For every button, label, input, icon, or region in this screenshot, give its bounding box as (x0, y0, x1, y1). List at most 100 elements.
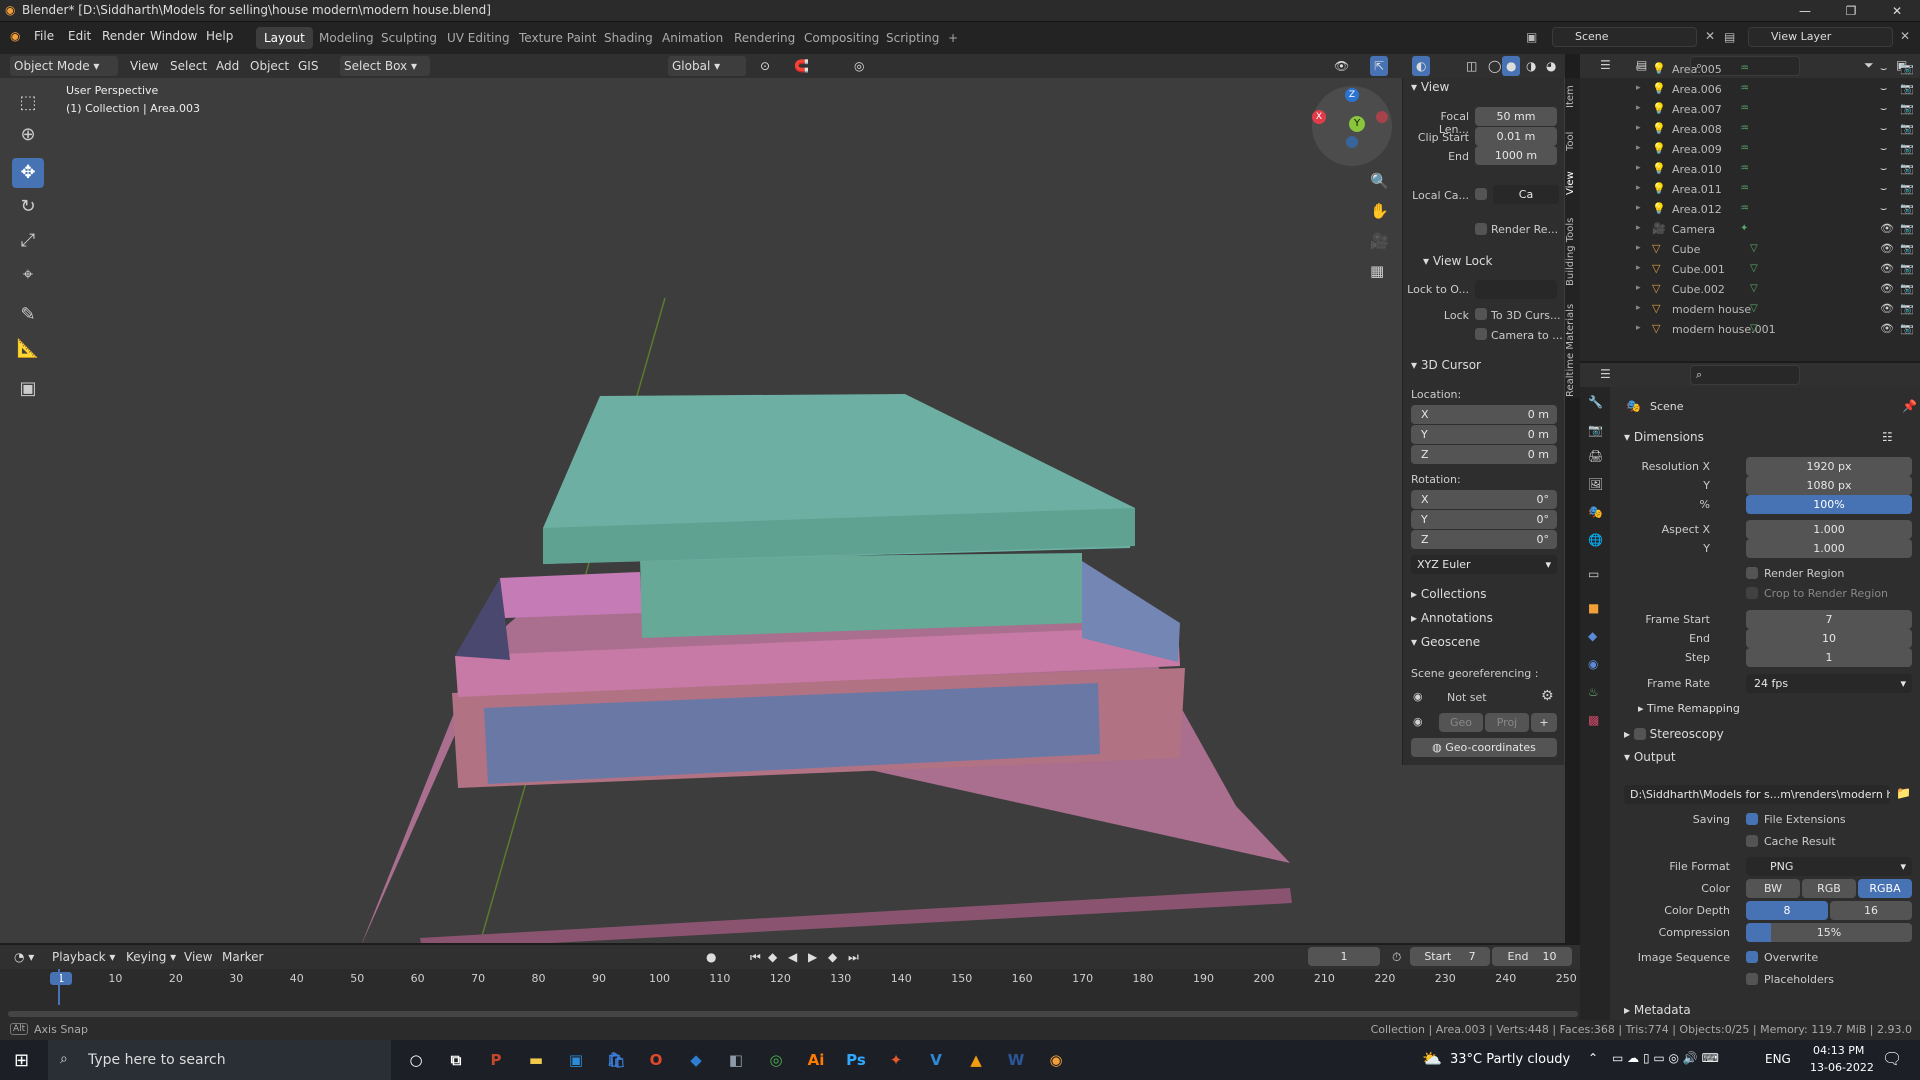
tab-sculpting[interactable]: Sculpting (373, 27, 445, 49)
expand-arrow-icon[interactable]: ▸ (1636, 243, 1641, 253)
cache-result-checkbox[interactable] (1746, 835, 1758, 847)
weather-icon[interactable]: ⛅ (1422, 1049, 1442, 1068)
weather-text[interactable]: 33°C Partly cloudy (1450, 1052, 1570, 1067)
outliner-row[interactable]: ▸ ▽ modern house ▽ 👁 📷 (1580, 300, 1920, 320)
clip-start-field[interactable]: 0.01 m (1475, 127, 1557, 146)
notification-icon[interactable]: 🗨 (1882, 1049, 1902, 1068)
menu-marker[interactable]: Marker (218, 947, 267, 967)
frame-rate-dropdown[interactable]: 24 fps ▾ (1746, 674, 1912, 693)
tab-modeling[interactable]: Modeling (311, 27, 382, 49)
app2-icon[interactable]: ✦ (884, 1048, 908, 1072)
depth-8-button[interactable]: 8 (1746, 901, 1828, 920)
render-camera-icon[interactable]: 📷 (1900, 202, 1914, 215)
cortana-icon[interactable]: ○ (404, 1048, 428, 1072)
add-workspace-button[interactable]: + (940, 27, 966, 49)
expand-arrow-icon[interactable]: ▸ (1636, 123, 1641, 133)
pivot-icon[interactable]: ⊙ (756, 56, 774, 76)
clock-time[interactable]: 04:13 PM (1813, 1044, 1864, 1057)
render-camera-icon[interactable]: 📷 (1900, 122, 1914, 135)
3d-viewport[interactable]: User Perspective (1) Collection | Area.0… (0, 78, 1565, 943)
tab-uv-editing[interactable]: UV Editing (439, 27, 518, 49)
menu-edit[interactable]: Edit (68, 29, 91, 43)
overlay-toggle-icon[interactable]: ◐ (1412, 56, 1431, 76)
measure-tool-icon[interactable]: 📐 (12, 334, 44, 364)
ortho-grid-icon[interactable]: ▦ (1370, 262, 1384, 280)
proportional-edit-icon[interactable]: ◎ (850, 56, 868, 76)
aspect-x-field[interactable]: 1.000 (1746, 520, 1912, 539)
select-tool-icon[interactable]: ⬚ (12, 88, 44, 118)
outliner-row[interactable]: ▸ ▽ Cube ▽ 👁 📷 (1580, 240, 1920, 260)
rotate-tool-icon[interactable]: ↻ (12, 192, 44, 222)
camera-to-view-checkbox[interactable] (1475, 328, 1487, 340)
compression-slider[interactable]: 15% (1746, 923, 1912, 942)
outliner-row[interactable]: ▸ 💡 Area.007 ♒ ⌣ 📷 (1580, 100, 1920, 120)
jump-end-icon[interactable]: ⏭ (844, 947, 863, 967)
file-extensions-checkbox[interactable] (1746, 813, 1758, 825)
render-camera-icon[interactable]: 📷 (1900, 62, 1914, 75)
windows-start-icon[interactable]: ⊞ (14, 1050, 29, 1071)
radio-icon[interactable]: ◉ (1413, 690, 1423, 703)
playhead[interactable] (58, 969, 60, 1005)
render-tab-icon[interactable]: 📷 (1588, 423, 1603, 437)
scene-selector[interactable]: Scene (1552, 27, 1697, 47)
overwrite-checkbox[interactable] (1746, 951, 1758, 963)
outliner-row[interactable]: ▸ 💡 Area.009 ♒ ⌣ 📷 (1580, 140, 1920, 160)
menu-window[interactable]: Window (150, 29, 197, 43)
color-rgba-button[interactable]: RGBA (1858, 879, 1912, 898)
mode-selector[interactable]: Object Mode ▾ (10, 56, 118, 76)
tab-texture-paint[interactable]: Texture Paint (511, 27, 604, 49)
outliner-row[interactable]: ▸ ▽ Cube.001 ▽ 👁 📷 (1580, 260, 1920, 280)
timeline-ruler[interactable]: 1 10 20 30 40 50 60 70 80 90 100 110 120 130 140 150 160… (0, 969, 1580, 989)
expand-arrow-icon[interactable]: ▸ (1636, 63, 1641, 73)
lock-3d-cursor-checkbox[interactable] (1475, 308, 1487, 320)
expand-arrow-icon[interactable]: ▸ (1636, 263, 1641, 273)
dimensions-header[interactable]: ▾ Dimensions (1624, 430, 1704, 444)
stereoscopy-header[interactable]: ▸ Stereoscopy (1624, 726, 1724, 741)
visibility-eye-icon[interactable]: ⌣ (1880, 162, 1887, 176)
render-camera-icon[interactable]: 📷 (1900, 222, 1914, 235)
outliner-row[interactable]: ▸ 💡 Area.010 ♒ ⌣ 📷 (1580, 160, 1920, 180)
visibility-eye-icon[interactable]: ⌣ (1880, 122, 1887, 136)
select-box-dropdown[interactable]: Select Box ▾ (340, 56, 430, 76)
menu-gis[interactable]: GIS (294, 56, 322, 76)
expand-arrow-icon[interactable]: ▸ (1636, 103, 1641, 113)
gizmo-z-icon[interactable]: Z (1345, 88, 1359, 102)
cursor-rot-z-field[interactable]: Z 0° (1411, 530, 1557, 549)
expand-arrow-icon[interactable]: ▸ (1636, 223, 1641, 233)
orientation-dropdown[interactable]: Global ▾ (668, 56, 746, 76)
add-proj-button[interactable]: + (1531, 713, 1557, 732)
tab-layout[interactable]: Layout (256, 27, 313, 49)
folder-icon[interactable]: 📁 (1896, 786, 1911, 800)
local-camera-checkbox[interactable] (1475, 188, 1487, 200)
outliner-row[interactable]: ▸ 💡 Area.012 ♒ ⌣ 📷 (1580, 200, 1920, 220)
gizmo-toggle-icon[interactable]: ⇱ (1370, 56, 1389, 76)
menu-view[interactable]: View (180, 947, 216, 967)
tab-compositing[interactable]: Compositing (796, 27, 887, 49)
finder-icon[interactable]: ◆ (684, 1048, 708, 1072)
render-camera-icon[interactable]: 📷 (1900, 182, 1914, 195)
play-icon[interactable]: ▶ (804, 947, 821, 967)
frame-step-field[interactable]: 1 (1746, 648, 1912, 667)
rendered-shading-icon[interactable]: ◕ (1542, 56, 1560, 76)
word-icon[interactable]: W (1004, 1048, 1028, 1072)
prev-keyframe-icon[interactable]: ◆ (764, 947, 781, 967)
visibility-eye-icon[interactable]: 👁 (1880, 262, 1894, 275)
view-layer-tab-icon[interactable]: 🖼 (1588, 477, 1603, 491)
aspect-y-field[interactable]: 1.000 (1746, 539, 1912, 558)
frame-end-field[interactable]: 10 (1746, 629, 1912, 648)
visibility-eye-icon[interactable]: 👁 (1880, 282, 1894, 295)
visibility-icon[interactable]: 👁 (1330, 56, 1353, 76)
pin-icon[interactable]: 📌 (1902, 399, 1917, 413)
outliner-item-name[interactable]: Area.009 (1672, 143, 1722, 156)
section-collections-header[interactable]: ▸ Collections (1411, 587, 1486, 601)
physics-tab-icon[interactable]: ◉ (1588, 657, 1598, 671)
radio-icon[interactable]: ◉ (1413, 715, 1423, 728)
section-view-header[interactable]: ▾ View (1411, 80, 1449, 94)
texture-tab-icon[interactable]: ▩ (1588, 713, 1599, 727)
tab-rendering[interactable]: Rendering (726, 27, 803, 49)
expand-arrow-icon[interactable]: ▸ (1636, 163, 1641, 173)
powerpoint-icon[interactable]: P (484, 1048, 508, 1072)
outliner-item-name[interactable]: Area.012 (1672, 203, 1722, 216)
outliner-row[interactable]: ▸ 💡 Area.005 ♒ ⌣ 📷 (1580, 60, 1920, 80)
expand-arrow-icon[interactable]: ▸ (1636, 83, 1641, 93)
